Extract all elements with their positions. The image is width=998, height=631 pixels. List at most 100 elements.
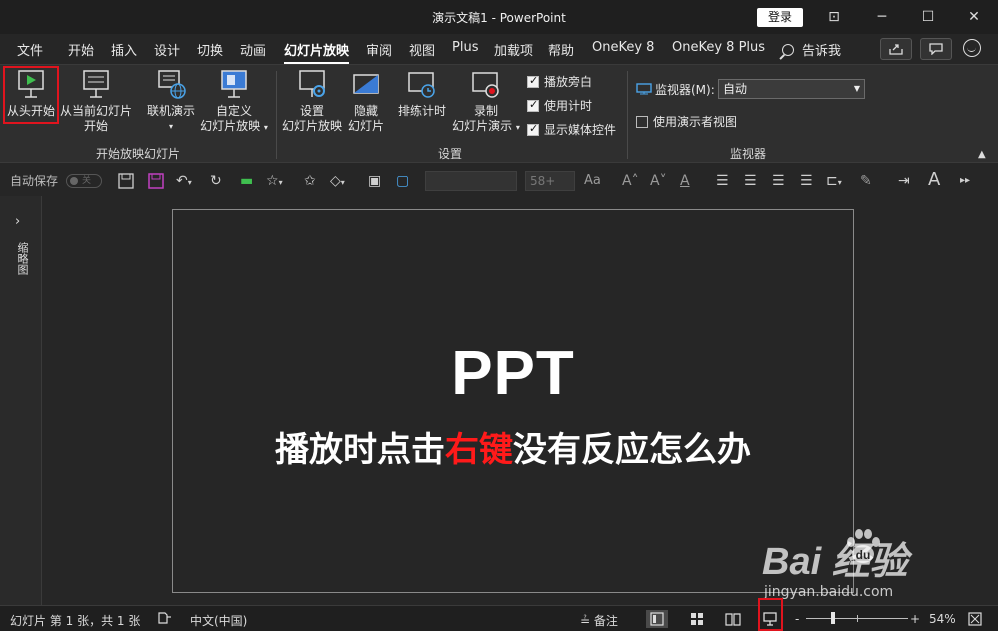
tab-insert[interactable]: 插入	[111, 40, 137, 59]
tab-slide-show[interactable]: 幻灯片放映	[284, 40, 350, 65]
slide-canvas[interactable]: PPT 播放时点击右键没有反应怎么办	[172, 209, 854, 593]
from-current-slide-button[interactable]: 从当前幻灯片 开始	[58, 69, 134, 134]
custom-show-label-2-text: 幻灯片放映	[200, 119, 261, 133]
collapse-ribbon-icon[interactable]: ▲	[978, 149, 986, 160]
picture-icon[interactable]: ▣	[368, 173, 381, 189]
autosave-label: 自动保存	[10, 174, 59, 188]
undo-icon[interactable]: ↶▾	[176, 173, 192, 191]
normal-view-button[interactable]	[646, 610, 668, 628]
reading-view-button[interactable]	[722, 610, 744, 628]
arrange-icon[interactable]: ⊏▾	[826, 173, 842, 191]
star-icon[interactable]: ☆▾	[266, 173, 283, 191]
setup-label-1: 设置	[299, 104, 324, 118]
zoom-level[interactable]: 54%	[929, 612, 956, 626]
notes-label: 备注	[593, 614, 618, 628]
autosave-toggle[interactable]: 关	[66, 174, 102, 188]
zoom-out-button[interactable]: -	[795, 612, 799, 626]
tab-addins[interactable]: 加载项	[494, 40, 533, 59]
fit-to-window-icon[interactable]	[968, 612, 982, 629]
thumbnail-pane-label[interactable]: 缩略图	[14, 242, 30, 275]
font-a-icon[interactable]: A	[928, 171, 940, 189]
rehearse-timings-button[interactable]: 排练计时	[394, 69, 450, 119]
presenter-view-checkbox[interactable]: 使用演示者视图	[636, 113, 737, 130]
text-direction-icon[interactable]: ⇥	[898, 173, 910, 189]
custom-show-dropdown-icon: ▾	[263, 123, 268, 132]
subtitle-highlight: 右键	[445, 430, 513, 470]
align-center-icon[interactable]: ☰	[744, 173, 757, 189]
notes-button[interactable]: ≟ 备注	[580, 612, 618, 629]
play-narrations-box[interactable]	[527, 74, 539, 88]
slide-sorter-button[interactable]	[686, 610, 708, 628]
login-button[interactable]: 登录	[757, 8, 803, 27]
tab-animations[interactable]: 动画	[240, 40, 266, 59]
font-name-box[interactable]	[425, 171, 517, 191]
maximize-button[interactable]: ☐	[910, 4, 946, 30]
tab-view[interactable]: 视图	[409, 40, 435, 59]
save-as-icon[interactable]	[148, 173, 164, 193]
tab-design[interactable]: 设计	[154, 40, 180, 59]
font-size-value: 58+	[530, 174, 556, 188]
show-media-controls-box[interactable]	[527, 122, 539, 136]
redo-icon[interactable]: ↻	[210, 173, 222, 189]
play-narrations-checkbox[interactable]: 播放旁白	[527, 73, 592, 90]
use-timings-box[interactable]	[527, 98, 539, 112]
accessibility-icon[interactable]	[158, 612, 172, 627]
zoom-slider-thumb[interactable]	[831, 612, 835, 624]
set-up-slide-show-button[interactable]: 设置 幻灯片放映	[280, 69, 344, 134]
custom-slide-show-button[interactable]: 自定义 幻灯片放映 ▾	[196, 69, 272, 135]
baidu-jingyan-watermark: Bai 经验 du jingyan.baidu.com	[762, 520, 962, 600]
slide-subtitle[interactable]: 播放时点击右键没有反应怎么办	[173, 422, 853, 471]
record-slide-show-button[interactable]: 录制 幻灯片演示 ▾	[450, 69, 522, 135]
shapes-icon[interactable]: ◇▾	[330, 173, 345, 191]
watermark-url: jingyan.baidu.com	[764, 584, 894, 600]
tab-help[interactable]: 帮助	[548, 40, 574, 59]
tab-review[interactable]: 审阅	[366, 40, 392, 59]
language-indicator[interactable]: 中文(中国)	[190, 612, 247, 629]
use-timings-label: 使用计时	[544, 99, 593, 113]
feedback-smiley-icon[interactable]	[963, 39, 981, 57]
play-narrations-label: 播放旁白	[544, 75, 593, 89]
monitor-select[interactable]: 自动 ▼	[718, 79, 865, 99]
zoom-in-button[interactable]: +	[910, 612, 920, 626]
close-button[interactable]: ✕	[956, 4, 992, 30]
font-size-box[interactable]: 58+	[525, 171, 575, 191]
minimize-button[interactable]: ─	[864, 4, 900, 30]
tab-transitions[interactable]: 切换	[197, 40, 223, 59]
ribbon-display-options-button[interactable]: ⊡	[816, 4, 852, 30]
present-green-icon[interactable]: ▬	[240, 173, 253, 189]
change-case-button[interactable]: Aa	[584, 173, 601, 189]
tab-home[interactable]: 开始	[68, 40, 94, 59]
align-left-icon[interactable]: ☰	[716, 173, 729, 189]
share-button[interactable]	[880, 38, 912, 60]
monitor-label-wrap: 监视器(M):	[636, 81, 715, 98]
shape-fill-icon[interactable]: ✎	[860, 173, 872, 189]
favorite-star-icon[interactable]: ✩	[304, 173, 316, 189]
presenter-view-box[interactable]	[636, 116, 648, 128]
slide-counter: 幻灯片 第 1 张，共 1 张	[10, 614, 141, 628]
textbox-icon[interactable]: ▢	[396, 173, 409, 189]
font-color-icon[interactable]: A	[680, 173, 690, 189]
tab-onekey8[interactable]: OneKey 8	[592, 40, 654, 55]
group-separator	[627, 71, 628, 159]
shrink-font-icon[interactable]: A˅	[650, 173, 667, 189]
slide-title[interactable]: PPT	[173, 338, 853, 409]
tab-plus[interactable]: Plus	[452, 40, 478, 55]
ribbon-slide-show: 从头开始 从当前幻灯片 开始 联机演示 ▾ 自定义 幻灯片放映 ▾ 开始放映幻灯…	[0, 64, 998, 162]
tell-me-search[interactable]: 告诉我	[782, 40, 841, 59]
show-media-controls-checkbox[interactable]: 显示媒体控件	[527, 121, 616, 138]
tab-file[interactable]: 文件	[17, 40, 43, 59]
present-online-button[interactable]: 联机演示 ▾	[142, 69, 200, 134]
tab-onekey8-plus[interactable]: OneKey 8 Plus	[672, 40, 765, 55]
comments-button[interactable]	[920, 38, 952, 60]
hide-slide-label-1: 隐藏	[353, 104, 378, 118]
align-right-icon[interactable]: ☰	[772, 173, 785, 189]
expand-thumbnails-icon[interactable]: ›	[15, 214, 20, 229]
save-icon[interactable]	[118, 173, 134, 193]
hide-slide-button[interactable]: 隐藏 幻灯片	[344, 69, 388, 134]
group-label-start: 开始放映幻灯片	[96, 147, 181, 161]
more-commands-icon[interactable]: ▸▸	[960, 173, 970, 189]
present-online-dropdown-icon: ▾	[168, 122, 173, 131]
grow-font-icon[interactable]: A˄	[622, 173, 639, 189]
use-timings-checkbox[interactable]: 使用计时	[527, 97, 592, 114]
justify-icon[interactable]: ☰	[800, 173, 813, 189]
